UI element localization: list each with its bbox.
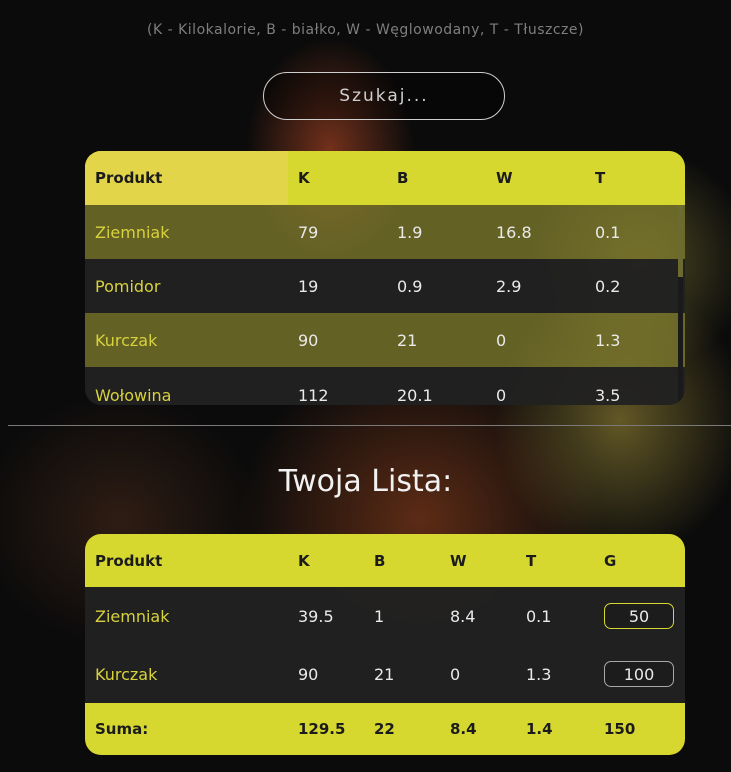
- grams-input[interactable]: [604, 603, 674, 629]
- header-g: G: [604, 551, 617, 570]
- product-t: 3.5: [595, 386, 621, 405]
- product-k: 90: [298, 330, 319, 350]
- product-b: 1.9: [397, 222, 423, 242]
- sum-k: 129.5: [298, 720, 346, 738]
- header-w: W: [496, 169, 513, 187]
- product-w: 0: [496, 330, 507, 350]
- product-t: 0.1: [595, 222, 621, 242]
- header-produkt: Produkt: [85, 151, 288, 205]
- product-k: 112: [298, 386, 329, 405]
- sum-g: 150: [604, 720, 636, 738]
- product-b: 21: [397, 330, 418, 350]
- header-b: B: [374, 551, 386, 570]
- product-name: Ziemniak: [95, 222, 170, 242]
- header-w: W: [450, 551, 467, 570]
- header-b: B: [397, 169, 409, 187]
- macro-legend: (K - Kilokalorie, B - białko, W - Węglow…: [147, 22, 584, 38]
- list-b: 1: [374, 606, 385, 626]
- list-g-cell: [594, 661, 685, 687]
- list-t: 0.1: [526, 606, 552, 626]
- list-t: 1.3: [526, 664, 552, 684]
- product-b: 0.9: [397, 276, 423, 296]
- product-name: Pomidor: [95, 276, 161, 296]
- list-k: 39.5: [298, 606, 334, 626]
- sum-t: 1.4: [526, 720, 553, 738]
- sum-b: 22: [374, 720, 395, 738]
- product-k: 19: [298, 276, 319, 296]
- list-row: Ziemniak 39.5 1 8.4 0.1: [85, 587, 685, 645]
- sum-row: Suma: 129.5 22 8.4 1.4 150: [85, 703, 685, 755]
- list-w: 8.4: [450, 606, 476, 626]
- list-product-name: Ziemniak: [95, 606, 170, 626]
- list-product-name: Kurczak: [95, 664, 158, 684]
- list-b: 21: [374, 664, 395, 684]
- product-t: 0.2: [595, 276, 621, 296]
- product-w: 16.8: [496, 222, 532, 242]
- products-scrollbar[interactable]: [678, 205, 683, 405]
- header-t: T: [595, 169, 606, 187]
- product-row[interactable]: Kurczak 90 21 0 1.3: [85, 313, 685, 367]
- list-k: 90: [298, 664, 319, 684]
- products-header-row: Produkt K B W T: [85, 151, 685, 205]
- product-row[interactable]: Ziemniak 79 1.9 16.8 0.1: [85, 205, 685, 259]
- product-t: 1.3: [595, 330, 621, 350]
- list-title: Twoja Lista:: [278, 464, 453, 499]
- product-k: 79: [298, 222, 319, 242]
- product-name: Kurczak: [95, 330, 158, 350]
- list-table: Produkt K B W T G Ziemniak 39.5 1 8.4 0.…: [85, 534, 685, 755]
- product-w: 2.9: [496, 276, 522, 296]
- list-g-cell: [594, 603, 685, 629]
- header-t: T: [526, 551, 537, 570]
- sum-label: Suma:: [95, 720, 149, 738]
- header-k: K: [298, 551, 310, 570]
- product-row[interactable]: Wołowina 112 20.1 0 3.5: [85, 367, 685, 405]
- product-row[interactable]: Pomidor 19 0.9 2.9 0.2: [85, 259, 685, 313]
- product-w: 0: [496, 386, 507, 405]
- sum-w: 8.4: [450, 720, 477, 738]
- scrollbar-thumb[interactable]: [678, 205, 683, 277]
- list-row: Kurczak 90 21 0 1.3: [85, 645, 685, 703]
- products-table: Produkt K B W T Ziemniak 79 1.9 16.8 0.1…: [85, 151, 685, 405]
- grams-input[interactable]: [604, 661, 674, 687]
- product-name: Wołowina: [95, 386, 172, 405]
- header-produkt: Produkt: [95, 551, 163, 570]
- section-divider: [8, 425, 731, 426]
- list-header-row: Produkt K B W T G: [85, 534, 685, 587]
- product-b: 20.1: [397, 386, 433, 405]
- search-input[interactable]: [263, 72, 505, 120]
- header-k: K: [298, 169, 310, 187]
- list-w: 0: [450, 664, 461, 684]
